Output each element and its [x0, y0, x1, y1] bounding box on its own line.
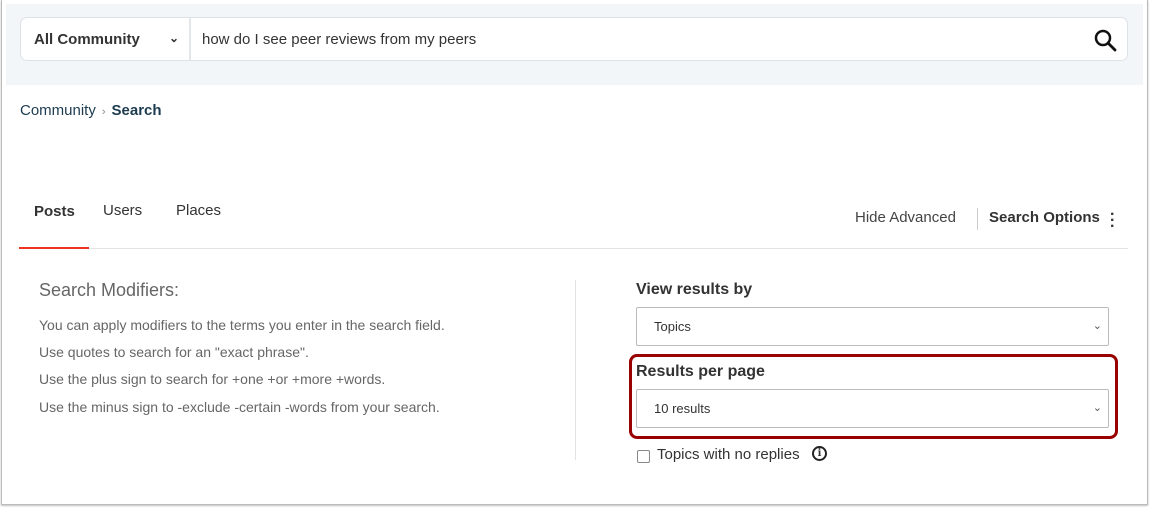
results-per-page-value: 10 results [654, 401, 711, 416]
tab-places[interactable]: Places [176, 202, 221, 219]
search-bar: All Community ⌄ how do I see peer reviews… [20, 17, 1128, 61]
search-options-button[interactable]: Search Options [989, 209, 1100, 226]
view-results-select[interactable]: Topics ⌄ [636, 307, 1109, 346]
modifier-line: Use quotes to search for an "exact phras… [39, 344, 309, 360]
chevron-down-icon: ⌄ [1092, 402, 1102, 414]
hide-advanced-link[interactable]: Hide Advanced [855, 209, 956, 226]
active-tab-indicator [19, 247, 89, 249]
search-input[interactable]: how do I see peer reviews from my peers [191, 31, 1127, 48]
no-replies-label[interactable]: Topics with no replies [657, 446, 800, 463]
tab-posts[interactable]: Posts [34, 203, 75, 220]
tab-users[interactable]: Users [103, 202, 142, 219]
modifiers-title: Search Modifiers: [39, 280, 180, 300]
options-divider [977, 208, 978, 230]
chevron-down-icon: ⌄ [1092, 320, 1102, 332]
search-icon[interactable] [1093, 28, 1117, 52]
view-results-value: Topics [654, 319, 691, 334]
modifier-line: You can apply modifiers to the terms you… [39, 317, 445, 333]
view-results-label: View results by [636, 281, 753, 298]
info-icon[interactable]: i [812, 446, 827, 461]
scope-dropdown[interactable]: All Community ⌄ [21, 18, 191, 60]
more-vertical-icon[interactable]: · · · [1110, 207, 1115, 235]
breadcrumb-community[interactable]: Community [20, 102, 96, 119]
column-divider [575, 280, 576, 460]
tab-divider [19, 248, 1128, 249]
breadcrumb-search: Search [111, 102, 162, 119]
chevron-down-icon: ⌄ [168, 31, 179, 45]
modifier-line: Use the minus sign to -exclude -certain … [39, 399, 440, 415]
results-per-page-select[interactable]: 10 results ⌄ [636, 389, 1109, 428]
breadcrumb: Community › Search [20, 102, 162, 119]
no-replies-checkbox[interactable] [637, 450, 650, 463]
modifier-line: Use the plus sign to search for +one +or… [39, 371, 386, 387]
scope-label: All Community [34, 30, 140, 48]
breadcrumb-separator: › [101, 106, 106, 118]
results-per-page-label: Results per page [636, 363, 765, 380]
